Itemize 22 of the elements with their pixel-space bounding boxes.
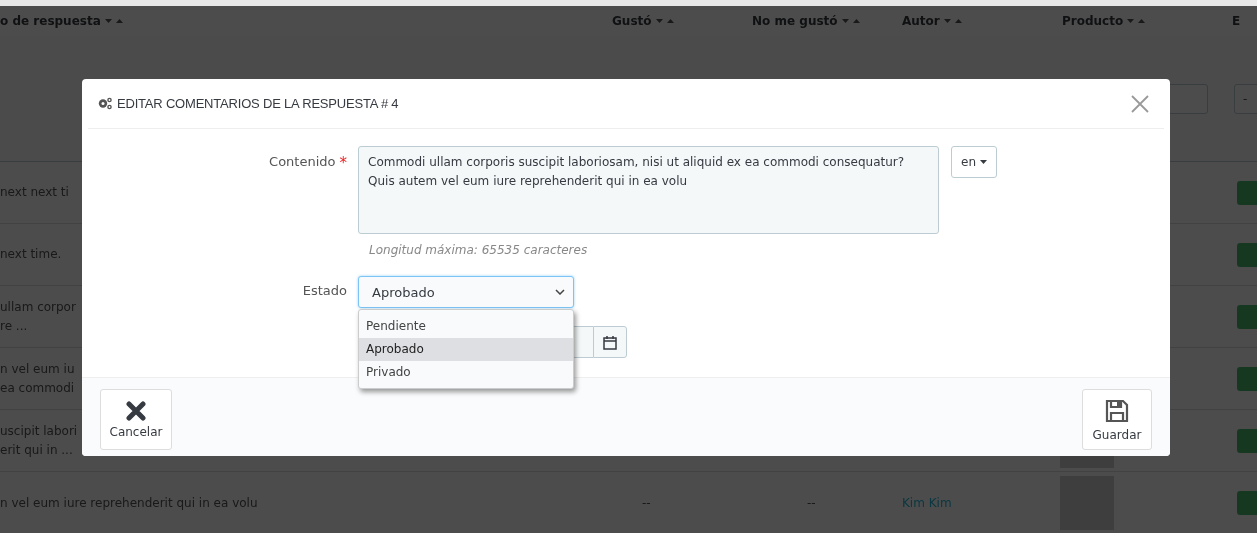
- field-label: Estado: [302, 283, 347, 298]
- caret-icon: [980, 160, 987, 164]
- status-select[interactable]: Aprobado: [358, 276, 574, 308]
- dropdown-option[interactable]: Privado: [359, 361, 573, 384]
- dropdown-option[interactable]: Aprobado: [359, 338, 573, 361]
- calendar-button[interactable]: [593, 326, 627, 358]
- gears-icon: [98, 97, 113, 110]
- dropdown-option[interactable]: Pendiente: [359, 315, 573, 338]
- chevron-down-icon: [555, 289, 565, 295]
- cancel-button[interactable]: Cancelar: [100, 389, 172, 450]
- close-button[interactable]: [1130, 93, 1150, 114]
- field-label: Contenido: [269, 154, 336, 171]
- modal-title: EDITAR COMENTARIOS DE LA RESPUESTA # 4: [117, 96, 399, 111]
- calendar-icon: [603, 334, 617, 350]
- content-textarea[interactable]: Commodi ullam corporis suscipit laboriosam, nisi ut aliquid ex ea commodi consequatur? Quis autem vel eum iure reprehenderit qui in ea volu: [358, 146, 939, 234]
- table-cell: --: [642, 496, 651, 510]
- save-button[interactable]: Guardar: [1082, 389, 1152, 450]
- language-dropdown[interactable]: en: [951, 146, 997, 178]
- help-text: Longitud máxima: 65535 caracteres: [369, 242, 588, 258]
- table-cell: --: [807, 496, 816, 510]
- close-icon: [126, 400, 146, 421]
- required-mark: *: [339, 154, 347, 172]
